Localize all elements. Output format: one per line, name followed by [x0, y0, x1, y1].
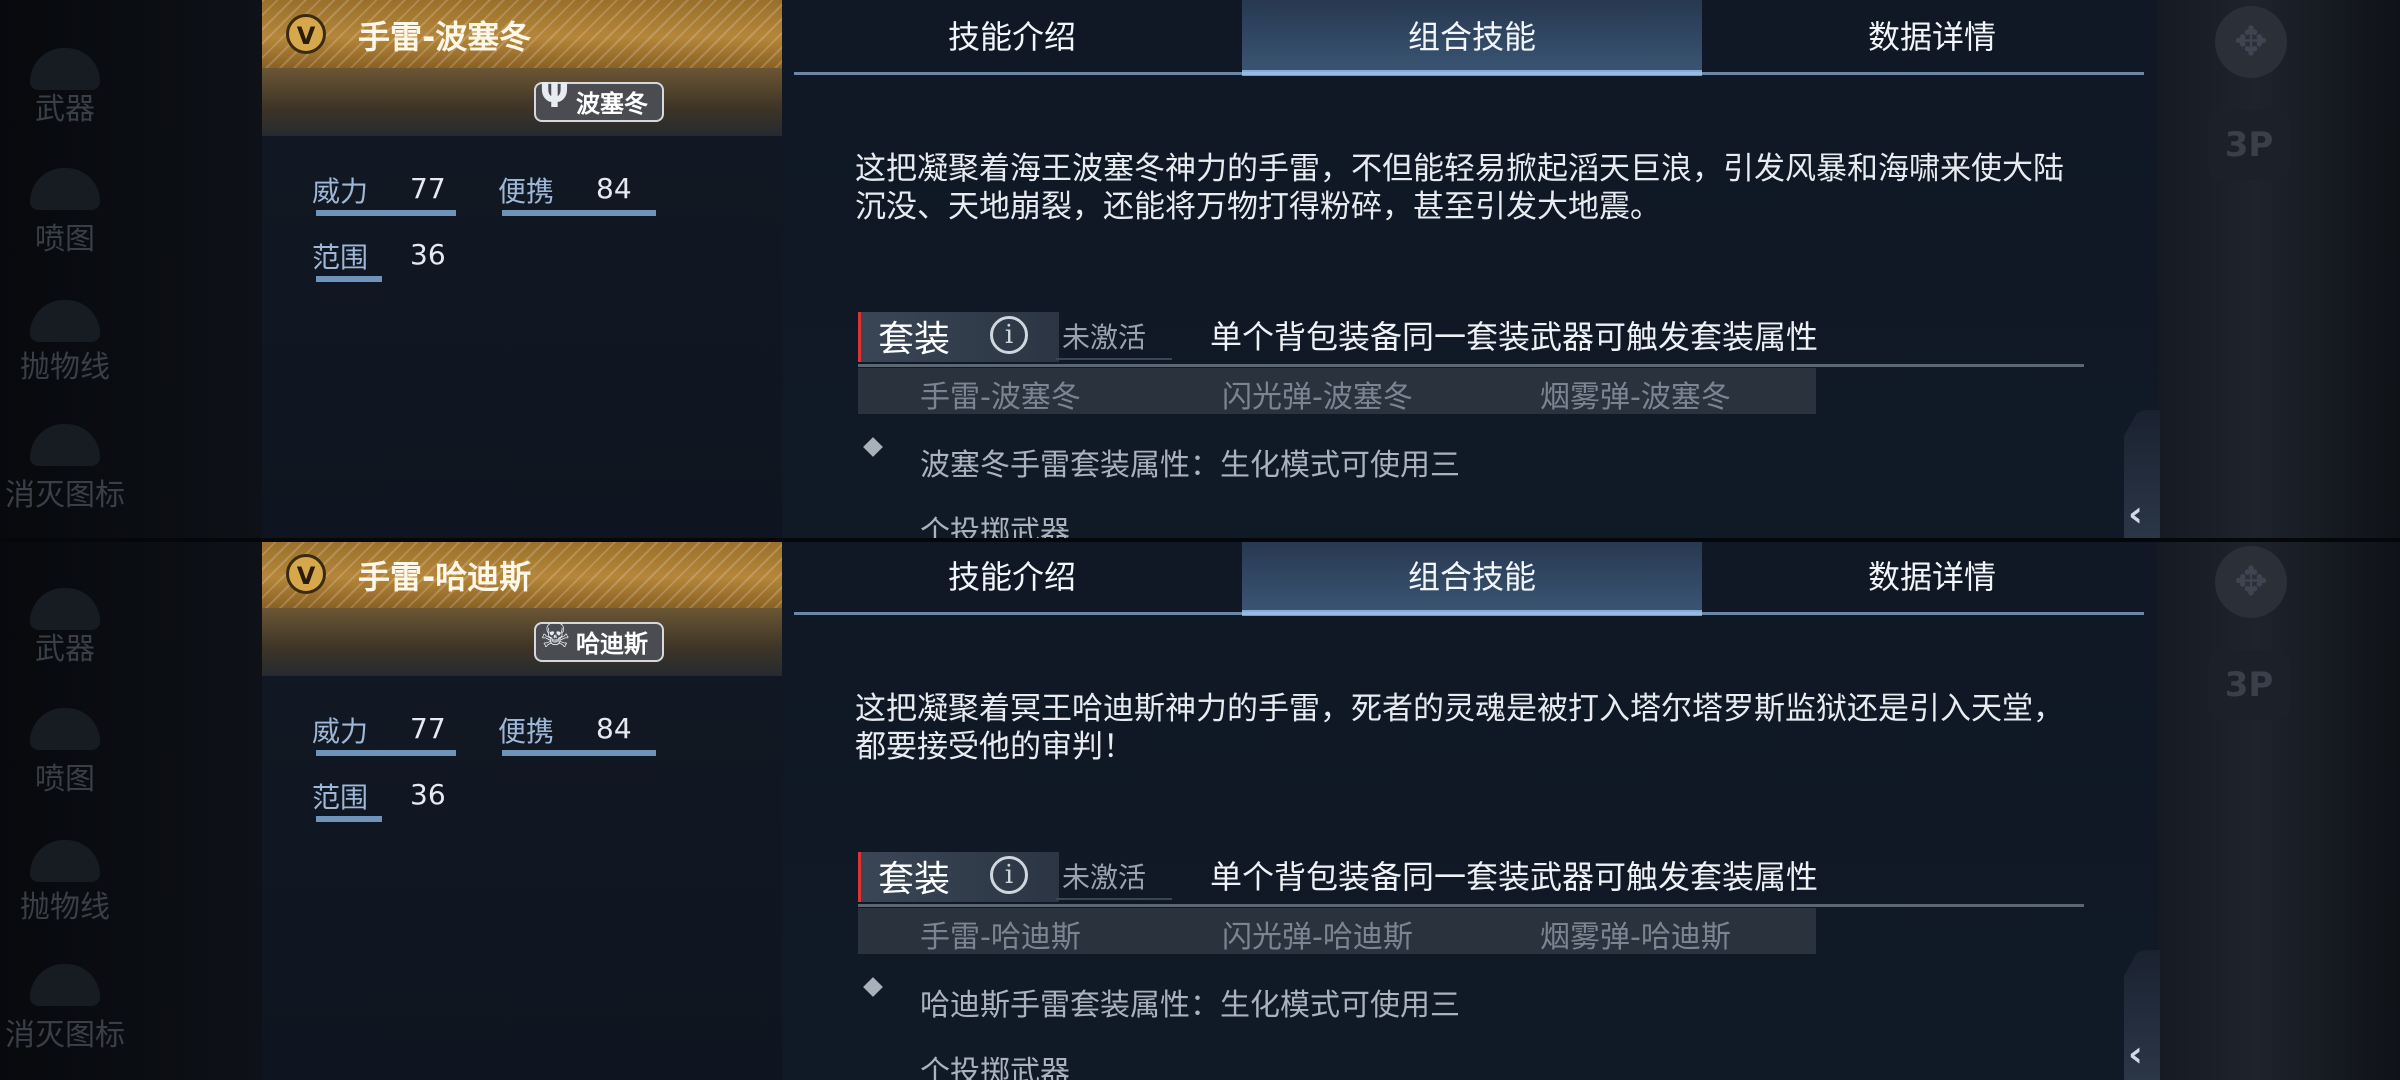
info-icon[interactable]: i: [990, 316, 1028, 354]
set-status: 未激活: [1062, 321, 1147, 354]
stat-portability-bar: [502, 210, 656, 216]
tab-data-details[interactable]: 数据详情: [1702, 0, 2162, 74]
tab-combo-skill[interactable]: 组合技能: [1242, 0, 1702, 74]
trajectory-icon: [30, 300, 100, 342]
set-bonus: 波塞冬手雷套装属性：生化模式可使用三个投掷武器: [920, 448, 1460, 540]
series-logo: ☠ 哈迪斯: [534, 616, 664, 662]
stat-power-label: 威力: [312, 175, 369, 208]
stat-power-value: 77: [410, 712, 446, 745]
sidebar-item-weapons[interactable]: 武器: [0, 624, 130, 668]
set-label: 套装: [878, 859, 951, 900]
stat-range-label: 范围: [312, 781, 369, 814]
info-icon[interactable]: i: [990, 856, 1028, 894]
vip-badge-icon: V: [286, 14, 326, 54]
set-label: 套装: [878, 319, 951, 360]
sidebar-item-kill-icon[interactable]: 消灭图标: [0, 1010, 130, 1054]
trident-icon: Ψ: [540, 76, 569, 116]
skull-icon: ☠: [540, 616, 571, 656]
stat-power-label: 威力: [312, 715, 369, 748]
stat-power-value: 77: [410, 172, 446, 205]
weapon-description: 这把凝聚着冥王哈迪斯神力的手雷，死者的灵魂是被打入塔尔塔罗斯监狱还是引入天堂，都…: [855, 691, 2064, 765]
set-rule: 单个背包装备同一套装武器可触发套装属性: [1210, 318, 1819, 356]
kill-icon: [30, 964, 100, 1006]
camera-3p-button[interactable]: 3P: [2208, 650, 2290, 720]
set-status: 未激活: [1062, 861, 1147, 894]
sidebar-item-trajectory[interactable]: 抛物线: [0, 342, 130, 386]
left-sidebar: 武器 喷图 抛物线 消灭图标: [0, 0, 262, 540]
stat-portability-value: 84: [596, 712, 632, 745]
camera-3p-button[interactable]: 3P: [2208, 110, 2290, 180]
trajectory-icon: [30, 840, 100, 882]
chevron-left-icon[interactable]: ‹: [2128, 494, 2143, 535]
stat-portability-label: 便携: [498, 715, 555, 748]
weapon-description: 这把凝聚着海王波塞冬神力的手雷，不但能轻易掀起滔天巨浪，引发风暴和海啸来使大陆沉…: [855, 151, 2064, 225]
weapon-name: 手雷-哈迪斯: [358, 558, 532, 596]
right-background: [2158, 0, 2400, 540]
tab-data-details[interactable]: 数据详情: [1702, 540, 2162, 614]
kill-icon: [30, 424, 100, 466]
tab-skill-intro[interactable]: 技能介绍: [782, 540, 1242, 614]
weapon-name: 手雷-波塞冬: [358, 18, 532, 56]
set-bonus: 哈迪斯手雷套装属性：生化模式可使用三个投掷武器: [920, 988, 1460, 1080]
sidebar-item-trajectory[interactable]: 抛物线: [0, 882, 130, 926]
vip-badge-icon: V: [286, 554, 326, 594]
sidebar-item-weapons[interactable]: 武器: [0, 84, 130, 128]
stat-portability-bar: [502, 750, 656, 756]
weapon-detail-panel: 武器 喷图 抛物线 消灭图标 ✥ 3P V 手雷-哈迪斯 ☠ 哈迪斯 威力 77…: [0, 540, 2400, 1080]
stat-portability-value: 84: [596, 172, 632, 205]
set-rule: 单个背包装备同一套装武器可触发套装属性: [1210, 858, 1819, 896]
spray-icon: [30, 708, 100, 750]
stat-range-label: 范围: [312, 241, 369, 274]
tab-combo-skill[interactable]: 组合技能: [1242, 540, 1702, 614]
right-background: [2158, 540, 2400, 1080]
gamepad-icon[interactable]: ✥: [2215, 6, 2287, 78]
stat-power-bar: [316, 750, 456, 756]
stat-power-bar: [316, 210, 456, 216]
set-item: 烟雾弹-哈迪斯: [1540, 920, 1731, 955]
weapon-detail-panel: 武器 喷图 抛物线 消灭图标 ✥ 3P V 手雷-波塞冬 Ψ 波塞冬 威力 77…: [0, 0, 2400, 540]
series-logo: Ψ 波塞冬: [534, 76, 664, 122]
stat-range-bar: [316, 276, 382, 282]
weapon-card: V 手雷-波塞冬 Ψ 波塞冬 威力 77 便携 84 范围 36: [262, 0, 784, 540]
left-sidebar: 武器 喷图 抛物线 消灭图标: [0, 540, 262, 1080]
set-item: 闪光弹-哈迪斯: [1222, 920, 1413, 955]
sidebar-item-spray[interactable]: 喷图: [0, 214, 130, 258]
stat-portability-label: 便携: [498, 175, 555, 208]
stat-range-bar: [316, 816, 382, 822]
weapon-card: V 手雷-哈迪斯 ☠ 哈迪斯 威力 77 便携 84 范围 36: [262, 540, 784, 1080]
set-item: 手雷-哈迪斯: [920, 920, 1081, 955]
stat-range-value: 36: [410, 238, 446, 271]
set-item: 闪光弹-波塞冬: [1222, 380, 1413, 415]
spray-icon: [30, 168, 100, 210]
chevron-left-icon[interactable]: ‹: [2128, 1034, 2143, 1075]
tab-skill-intro[interactable]: 技能介绍: [782, 0, 1242, 74]
gamepad-icon[interactable]: ✥: [2215, 546, 2287, 618]
set-item: 手雷-波塞冬: [920, 380, 1081, 415]
stat-range-value: 36: [410, 778, 446, 811]
sidebar-item-kill-icon[interactable]: 消灭图标: [0, 470, 130, 514]
set-item: 烟雾弹-波塞冬: [1540, 380, 1731, 415]
sidebar-item-spray[interactable]: 喷图: [0, 754, 130, 798]
